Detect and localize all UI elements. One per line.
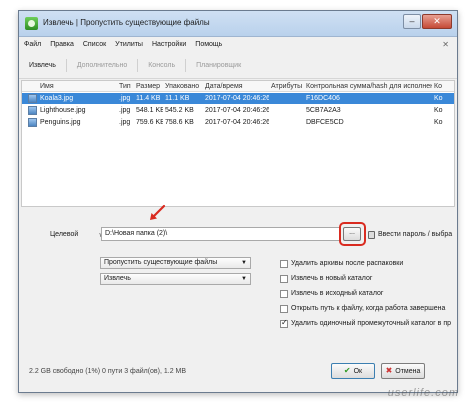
menu-close-icon[interactable]: ✕ <box>442 38 449 51</box>
file-checksum: DBFCE5CD <box>306 119 344 126</box>
image-file-icon <box>28 106 37 115</box>
overwrite-mode-select[interactable]: Пропустить существующие файлы ▼ <box>100 257 251 269</box>
target-label: Целевой <box>50 231 79 238</box>
window-title: Извлечь | Пропустить существующие файлы <box>43 18 210 27</box>
file-date: 2017-07-04 20:46:26 <box>205 95 269 102</box>
file-row[interactable]: Penguins.jpg .jpg 759.6 KB 758.6 KB 2017… <box>22 117 454 128</box>
option-label: Извлечь в новый каталог <box>291 275 373 282</box>
ok-button[interactable]: ✔ Ок <box>331 363 375 379</box>
lock-icon[interactable] <box>368 231 375 239</box>
chevron-down-icon: ▼ <box>241 276 247 282</box>
app-icon <box>25 17 38 30</box>
open-path-checkbox[interactable] <box>280 305 288 313</box>
enter-password-label[interactable]: Ввести пароль / выбра <box>378 231 452 238</box>
status-bar-text: 2.2 GB свободно (1%) 0 пути 3 файл(ов), … <box>29 368 187 375</box>
column-header-name[interactable]: Имя <box>40 81 118 92</box>
menu-settings[interactable]: Настройки <box>152 38 186 51</box>
cancel-button[interactable]: ✖ Отмена <box>381 363 425 379</box>
option-label: Извлечь в исходный каталог <box>291 290 384 297</box>
image-file-icon <box>28 94 37 103</box>
file-size: 759.6 KB <box>136 119 163 126</box>
file-name: Koala3.jpg <box>40 95 74 102</box>
option-label: Удалить одиночный промежуточный каталог … <box>291 320 452 327</box>
column-header-checksum[interactable]: Контрольная сумма/hash для исполнения <box>306 81 432 92</box>
file-checksum: F16DC406 <box>306 95 340 102</box>
column-header-attributes[interactable]: Атрибуты <box>271 81 304 92</box>
file-comment: Ko <box>434 107 443 114</box>
tab-advanced[interactable]: Дополнительно <box>67 53 137 78</box>
extract-new-folder-checkbox[interactable] <box>280 275 288 283</box>
file-size: 548.1 KB <box>136 107 163 114</box>
file-row[interactable]: Lighthouse.jpg .jpg 548.1 KB 545.2 KB 20… <box>22 105 454 116</box>
file-comment: Ko <box>434 119 443 126</box>
extract-dialog-window: Извлечь | Пропустить существующие файлы … <box>18 10 458 393</box>
overwrite-mode-value: Пропустить существующие файлы <box>104 259 218 266</box>
tab-scheduler[interactable]: Планировщик <box>186 53 251 78</box>
close-button[interactable]: ✕ <box>422 14 452 29</box>
menu-file[interactable]: Файл <box>24 38 41 51</box>
file-name: Lighthouse.jpg <box>40 107 86 114</box>
cancel-button-label: Отмена <box>395 368 421 375</box>
menu-list[interactable]: Список <box>83 38 106 51</box>
chevron-down-icon: ▼ <box>241 260 247 266</box>
checkmark-icon: ✔ <box>343 366 351 375</box>
file-list-header: Имя Тип Размер Упаковано Дата/время Атри… <box>22 81 454 92</box>
extract-mode-value: Извлечь <box>104 275 131 282</box>
watermark: userlife.com <box>387 387 459 399</box>
file-checksum: 5CB7A2A3 <box>306 107 341 114</box>
file-name: Penguins.jpg <box>40 119 81 126</box>
red-arrow-annotation-icon <box>150 204 166 220</box>
file-date: 2017-07-04 20:46:26 <box>205 107 269 114</box>
column-header-comment[interactable]: Ко <box>434 81 454 92</box>
file-packed: 758.6 KB <box>165 119 194 126</box>
file-row[interactable]: Koala3.jpg .jpg 11.4 KB 11.1 KB 2017-07-… <box>22 93 454 104</box>
option-label: Удалить архивы после распаковки <box>291 260 404 267</box>
column-header-type[interactable]: Тип <box>119 81 135 92</box>
title-bar: Извлечь | Пропустить существующие файлы … <box>19 11 457 37</box>
ok-button-label: Ок <box>353 368 363 375</box>
extract-source-folder-checkbox[interactable] <box>280 290 288 298</box>
tab-extract[interactable]: Извлечь <box>19 53 66 78</box>
column-header-packed[interactable]: Упаковано <box>165 81 202 92</box>
delete-archives-checkbox[interactable] <box>280 260 288 268</box>
menu-tools[interactable]: Утилиты <box>115 38 143 51</box>
file-type: .jpg <box>119 95 131 102</box>
minimize-button[interactable]: – <box>403 14 421 29</box>
column-header-date[interactable]: Дата/время <box>205 81 269 92</box>
remove-intermediate-folder-checkbox[interactable] <box>280 318 288 328</box>
file-list[interactable]: Имя Тип Размер Упаковано Дата/время Атри… <box>21 80 455 207</box>
option-label: Открыть путь к файлу, когда работа завер… <box>291 305 446 312</box>
file-type: .jpg <box>119 119 131 126</box>
file-type: .jpg <box>119 107 131 114</box>
extract-mode-select[interactable]: Извлечь ▼ <box>100 273 251 285</box>
menu-edit[interactable]: Правка <box>50 38 74 51</box>
target-path-input[interactable]: D:\Новая папка (2)\ <box>101 227 340 241</box>
column-header-size[interactable]: Размер <box>136 81 163 92</box>
cancel-icon: ✖ <box>385 366 393 375</box>
toolbar-tabs: Извлечь Дополнительно Консоль Планировщи… <box>19 53 457 79</box>
menu-help[interactable]: Помощь <box>195 38 222 51</box>
browse-button[interactable]: ... <box>343 227 361 241</box>
file-packed: 545.2 KB <box>165 107 194 114</box>
image-file-icon <box>28 118 37 127</box>
file-date: 2017-07-04 20:46:26 <box>205 119 269 126</box>
menu-bar: Файл Правка Список Утилиты Настройки Пом… <box>19 38 457 51</box>
file-packed: 11.1 KB <box>165 95 190 102</box>
file-size: 11.4 KB <box>136 95 161 102</box>
tab-console[interactable]: Консоль <box>138 53 185 78</box>
file-comment: Ko <box>434 95 443 102</box>
